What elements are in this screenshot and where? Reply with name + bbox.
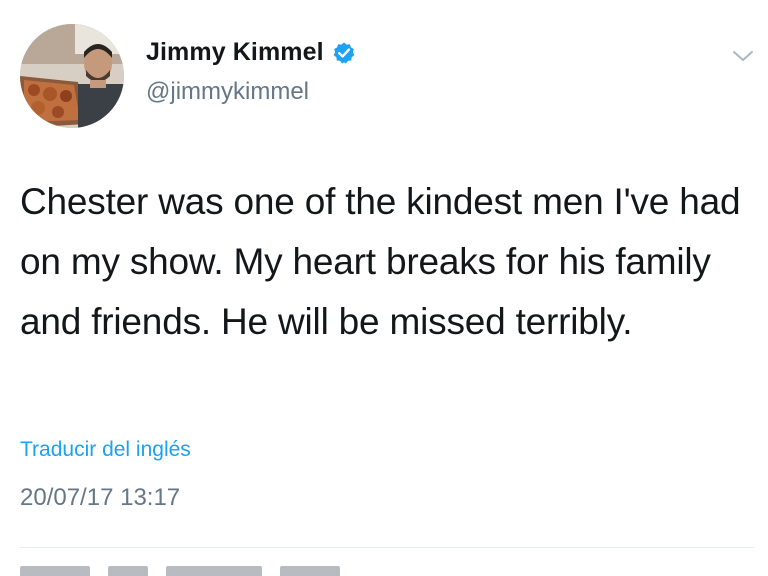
chevron-down-icon[interactable]: [731, 48, 755, 64]
tweet-timestamp[interactable]: 20/07/17 13:17: [20, 484, 180, 512]
user-handle[interactable]: @jimmykimmel: [146, 78, 309, 106]
next-section-edge: [20, 566, 380, 576]
translate-link[interactable]: Traducir del inglés: [20, 438, 191, 462]
display-name[interactable]: Jimmy Kimmel: [146, 38, 324, 67]
avatar[interactable]: [20, 24, 124, 128]
name-row: Jimmy Kimmel: [146, 38, 356, 67]
tweet-text: Chester was one of the kindest men I've …: [20, 181, 741, 342]
tweet: Jimmy Kimmel @jimmykimmel Chester was on…: [0, 0, 768, 576]
verified-badge-icon: [332, 41, 356, 65]
divider: [20, 547, 754, 548]
avatar-image: [20, 24, 124, 128]
